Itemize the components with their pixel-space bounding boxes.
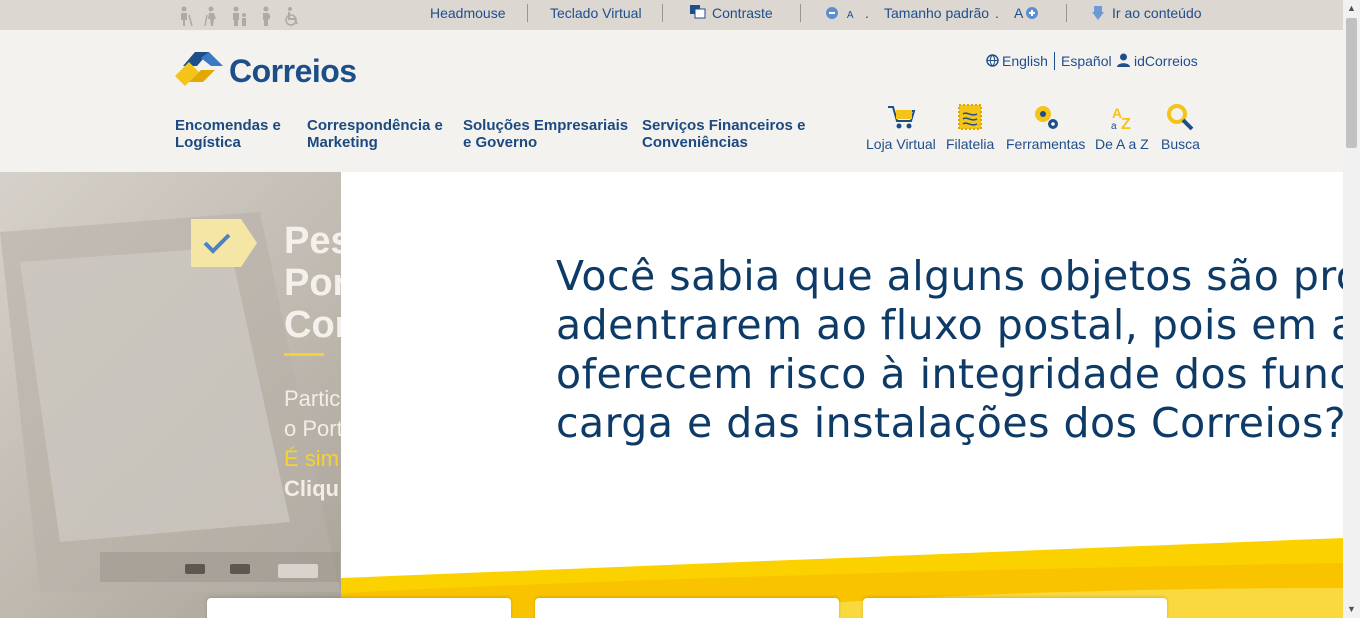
plus-circle-icon — [1026, 7, 1039, 19]
parent-child-icon — [233, 6, 246, 26]
modal-line: Você sabia que alguns objetos são proibi — [556, 252, 1343, 300]
nav-correspondencia-line2: Marketing — [307, 134, 378, 151]
nav-solucoes[interactable]: Soluções Empresariais e Governo — [463, 117, 628, 151]
font-decrease-label: A — [846, 10, 854, 21]
info-modal: Você sabia que alguns objetos são proibi… — [341, 172, 1343, 618]
nav-encomendas[interactable]: Encomendas e Logística — [175, 117, 281, 151]
correios-logo[interactable]: Correios — [175, 52, 357, 90]
tool-filatelia[interactable]: Filatelia — [946, 102, 994, 152]
arrow-down-icon — [1092, 6, 1104, 20]
tool-ferramentas[interactable]: Ferramentas — [1006, 102, 1085, 152]
contrast-label: Contraste — [712, 5, 773, 21]
tool-busca[interactable]: Busca — [1161, 102, 1200, 152]
tool-loja-virtual-label: Loja Virtual — [866, 136, 936, 152]
tool-busca-label: Busca — [1161, 136, 1200, 152]
hero-text: Partic o Port É sim Cliqu — [284, 384, 343, 504]
tool-filatelia-label: Filatelia — [946, 136, 995, 152]
gears-icon — [1034, 106, 1058, 129]
hero-text-line: o Port — [284, 416, 343, 441]
skip-to-content-link[interactable]: Ir ao conteúdo — [1092, 5, 1202, 21]
nav-servicos-line2: Conveniências — [642, 134, 748, 151]
virtual-keyboard-link[interactable]: Teclado Virtual — [550, 5, 642, 21]
skip-to-content-label: Ir ao conteúdo — [1112, 5, 1202, 21]
correios-logo-icon — [175, 52, 223, 86]
wheelchair-icon — [285, 7, 298, 26]
font-increase-button[interactable]: A — [1014, 5, 1039, 21]
lang-separator — [1054, 52, 1055, 70]
nav-encomendas-line2: Logística — [175, 134, 241, 151]
separator — [1066, 4, 1067, 22]
separator — [800, 4, 801, 22]
cane-icon — [204, 6, 216, 26]
svg-text:Z: Z — [1121, 116, 1131, 132]
service-card[interactable] — [863, 598, 1167, 618]
hero-underline — [284, 353, 324, 356]
nav-encomendas-line1: Encomendas e — [175, 117, 281, 134]
lang-spanish-link[interactable]: Español — [1061, 53, 1112, 69]
font-decrease-button[interactable]: A — [826, 5, 854, 21]
page-scrollbar[interactable]: ▲ ▼ — [1343, 0, 1360, 618]
hero-cta-link[interactable]: Cliqu — [284, 474, 343, 504]
scrollbar-thumb[interactable] — [1346, 18, 1357, 148]
scroll-down-arrow-icon[interactable]: ▼ — [1347, 604, 1356, 614]
nav-solucoes-line2: e Governo — [463, 134, 538, 151]
hero-text-line: Partic — [284, 386, 341, 411]
pregnant-icon — [263, 6, 271, 26]
modal-line: adentrarem ao fluxo postal, pois em algu… — [556, 301, 1343, 349]
contrast-icon — [690, 5, 706, 19]
user-icon — [1117, 53, 1130, 67]
idcorreios-label: idCorreios — [1134, 53, 1198, 69]
shopping-cart-icon — [887, 106, 916, 129]
nav-correspondencia[interactable]: Correspondência e Marketing — [307, 117, 443, 151]
logo-text: Correios — [229, 52, 357, 89]
accessibility-bar: Headmouse Teclado Virtual Contraste A . … — [0, 0, 1343, 30]
default-size-link[interactable]: Tamanho padrão — [884, 5, 989, 21]
svg-text:a: a — [1111, 121, 1117, 132]
search-icon — [1167, 104, 1194, 131]
modal-line: carga e das instalações dos Correios? — [556, 399, 1343, 447]
checkmark-tag-icon — [191, 219, 257, 267]
headmouse-link[interactable]: Headmouse — [430, 5, 506, 21]
hero-text-line: É sim — [284, 446, 339, 471]
minus-circle-icon — [826, 7, 838, 19]
nav-correspondencia-line1: Correspondência e — [307, 117, 443, 134]
font-increase-label: A — [1014, 5, 1023, 21]
modal-line: oferecem risco à integridade dos funcion… — [556, 350, 1343, 398]
idcorreios-link[interactable]: idCorreios — [1117, 53, 1198, 69]
stamp-icon — [958, 104, 983, 130]
nav-solucoes-line1: Soluções Empresariais — [463, 117, 629, 134]
dot-separator: . — [865, 5, 869, 21]
nav-servicos-line1: Serviços Financeiros e — [642, 117, 806, 134]
service-card[interactable] — [535, 598, 839, 618]
lang-english-label: English — [1002, 53, 1048, 69]
scroll-up-arrow-icon[interactable]: ▲ — [1347, 3, 1356, 13]
contrast-link[interactable]: Contraste — [690, 5, 773, 21]
lang-english-link[interactable]: English — [986, 53, 1048, 69]
tool-ferramentas-label: Ferramentas — [1006, 136, 1086, 152]
service-card[interactable] — [207, 598, 511, 618]
globe-icon — [986, 54, 999, 67]
separator — [662, 4, 663, 22]
elderly-icon — [181, 6, 193, 26]
tool-de-a-a-z[interactable]: AaZ De A a Z — [1095, 102, 1149, 152]
dot-separator: . — [995, 5, 999, 21]
accessibility-icons — [176, 6, 302, 26]
nav-servicos[interactable]: Serviços Financeiros e Conveniências — [642, 117, 805, 151]
modal-message: Você sabia que alguns objetos são proibi… — [556, 252, 1343, 448]
a-to-z-icon: Aa Z — [1111, 105, 1131, 132]
tool-loja-virtual[interactable]: Loja Virtual — [866, 102, 936, 152]
tool-de-a-a-z-label: De A a Z — [1095, 136, 1149, 152]
separator — [527, 4, 528, 22]
site-header: Correios English Español idCorreios Enco… — [0, 30, 1343, 172]
